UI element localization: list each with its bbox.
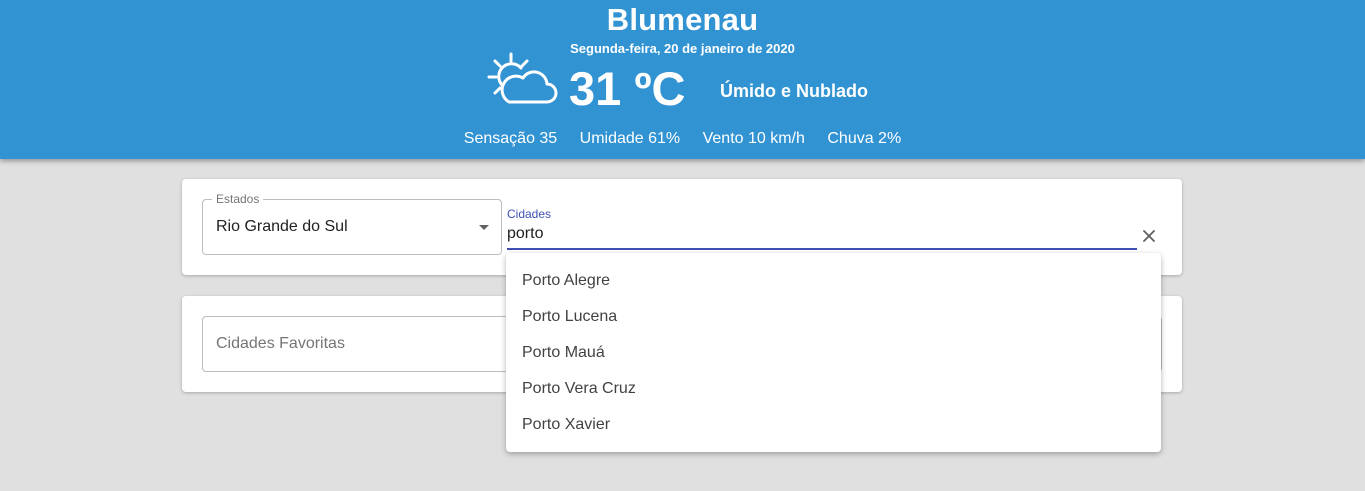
close-icon[interactable] [1142,229,1156,243]
humidity: Umidade 61% [579,130,681,147]
favorite-cities-placeholder: Cidades Favoritas [216,335,345,352]
city-option[interactable]: Porto Vera Cruz [506,371,1161,407]
city-suggestions-dropdown: Porto Alegre Porto Lucena Porto Mauá Por… [506,253,1161,452]
city-option[interactable]: Porto Lucena [506,299,1161,335]
cities-input[interactable] [507,224,1137,250]
state-select[interactable]: Estados Rio Grande do Sul [202,192,502,255]
rain-chance: Chuva 2% [827,130,902,147]
weather-header: Blumenau Segunda-feira, 20 de janeiro de… [0,0,1365,159]
weather-condition: Úmido e Nublado [720,81,868,101]
city-option[interactable]: Porto Mauá [506,335,1161,371]
dropdown-arrow-icon[interactable] [479,225,489,230]
wind: Vento 10 km/h [702,130,805,147]
state-select-value: Rio Grande do Sul [216,218,348,235]
state-select-label: Estados [212,192,264,206]
cities-label: Cidades [507,207,552,221]
feels-like: Sensação 35 [463,130,558,147]
city-title: Blumenau [606,2,759,37]
city-option[interactable]: Porto Xavier [506,407,1161,443]
city-option[interactable]: Porto Alegre [506,263,1161,299]
current-date: Segunda-feira, 20 de janeiro de 2020 [570,41,795,56]
weather-stats: Sensação 35 Umidade 61% Vento 10 km/h Ch… [0,130,1365,148]
partly-cloudy-day-icon [487,52,558,104]
temperature: 31 ºC [569,62,686,115]
